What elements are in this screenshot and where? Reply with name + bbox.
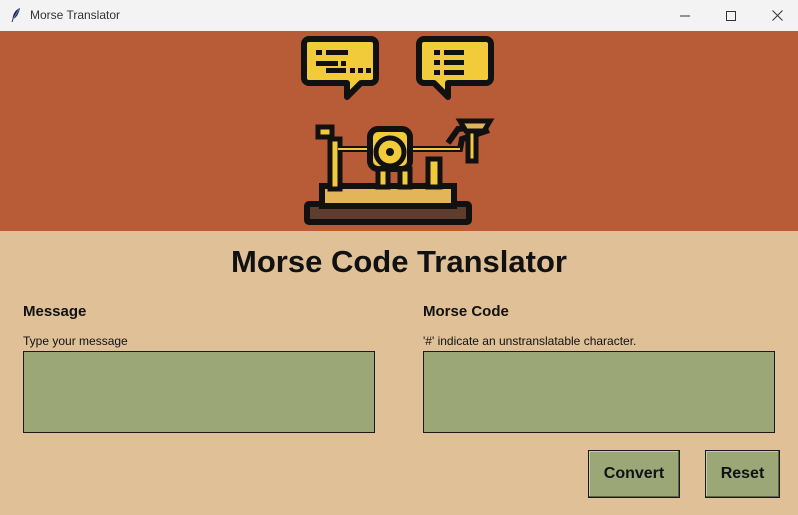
- morse-code-heading: Morse Code: [423, 303, 509, 320]
- message-heading: Message: [23, 303, 87, 320]
- window-title: Morse Translator: [30, 8, 121, 22]
- morse-code-hint: '#' indicate an unstranslatable characte…: [423, 334, 637, 348]
- maximize-button[interactable]: [708, 0, 754, 31]
- page-title: Morse Code Translator: [231, 244, 567, 279]
- close-icon: [771, 10, 783, 21]
- minimize-icon: [680, 15, 690, 16]
- right-speech-bubble-icon: [416, 36, 494, 100]
- main-panel: Morse Code Translator Message Type your …: [0, 231, 798, 515]
- feather-icon: [8, 7, 24, 23]
- header-banner: [0, 31, 798, 231]
- close-button[interactable]: [754, 0, 798, 31]
- morse-code-output[interactable]: [423, 351, 775, 433]
- maximize-icon: [726, 10, 736, 21]
- minimize-button[interactable]: [662, 0, 708, 31]
- telegraph-key-icon: [301, 36, 495, 225]
- title-bar: Morse Translator: [0, 0, 798, 32]
- message-hint: Type your message: [23, 334, 128, 348]
- left-speech-bubble-icon: [301, 36, 379, 100]
- convert-button[interactable]: Convert: [588, 450, 680, 498]
- telegraph-key-body: [304, 118, 495, 225]
- message-input[interactable]: [23, 351, 375, 433]
- reset-button[interactable]: Reset: [705, 450, 780, 498]
- app-window: Morse Translator Morse Code Translator M…: [0, 0, 798, 515]
